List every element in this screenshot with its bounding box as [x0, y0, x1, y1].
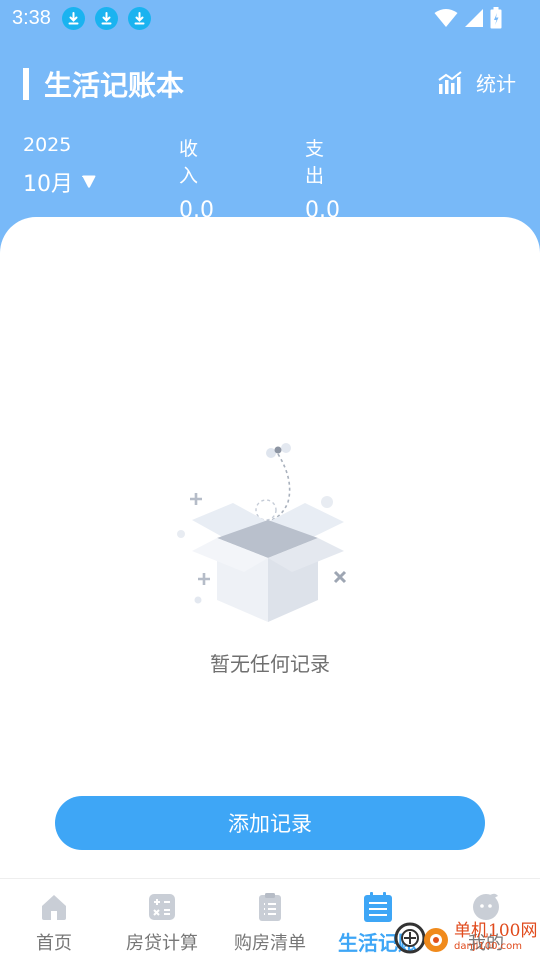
expense-label: 支出 — [305, 138, 325, 187]
dropdown-triangle-icon — [82, 175, 96, 188]
stats-label: 统计 — [476, 72, 516, 96]
download-icon — [128, 7, 151, 30]
add-record-button[interactable]: 添加记录 — [55, 796, 485, 850]
bar-chart-icon — [438, 70, 462, 94]
empty-state-text: 暂无任何记录 — [210, 652, 330, 676]
download-icon — [95, 7, 118, 30]
wifi-icon — [434, 9, 458, 27]
month-picker[interactable]: 2025 10月 — [23, 134, 97, 198]
status-time: 3:38 — [12, 7, 51, 29]
watermark: 单机100网 danji100.com — [392, 915, 540, 960]
tab-shopping-list[interactable]: 购房清单 — [216, 879, 324, 960]
battery-icon — [490, 7, 502, 29]
page-title: 生活记账本 — [44, 69, 185, 102]
calculator-icon — [149, 894, 175, 920]
app-title-row: 生活记账本 — [23, 64, 184, 104]
tab-label: 房贷计算 — [126, 933, 198, 954]
download-icon — [62, 7, 85, 30]
income-label: 收入 — [179, 138, 199, 187]
clipboard-icon — [259, 893, 281, 921]
signal-icon — [465, 9, 483, 27]
expense-summary: 支出 0.0 — [305, 134, 340, 223]
watermark-subtext: danji100.com — [454, 941, 522, 952]
year-label: 2025 — [23, 134, 72, 156]
tab-home[interactable]: 首页 — [0, 879, 108, 960]
status-bar: 3:38 — [0, 0, 540, 36]
income-summary: 收入 0.0 — [179, 134, 214, 223]
watermark-text: 单机100网 — [454, 921, 538, 941]
empty-box-icon — [177, 443, 347, 622]
system-icons — [434, 7, 502, 29]
watermark-logo-icon — [394, 922, 448, 953]
month-label: 10月 — [23, 172, 73, 197]
tab-label: 首页 — [36, 933, 72, 954]
tab-mortgage-calc[interactable]: 房贷计算 — [108, 879, 216, 960]
stats-button[interactable]: 统计 — [438, 68, 516, 97]
tab-label: 购房清单 — [234, 933, 306, 954]
title-accent-bar — [23, 68, 29, 100]
calendar-icon — [364, 892, 392, 922]
home-icon — [42, 895, 66, 920]
